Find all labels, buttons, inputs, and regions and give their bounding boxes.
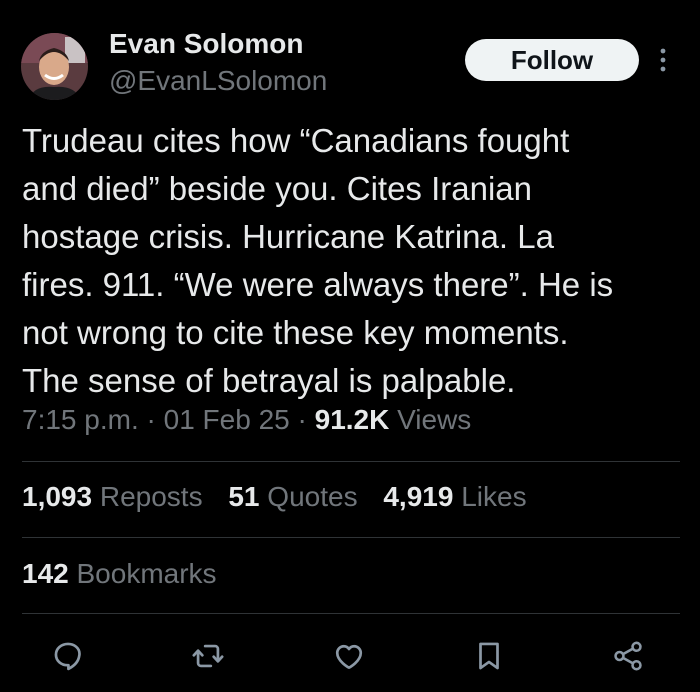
like-button[interactable]	[331, 638, 367, 674]
quotes-count: 51	[228, 481, 260, 512]
tweet-date[interactable]: 01 Feb 25	[164, 404, 290, 435]
share-button[interactable]	[610, 638, 646, 674]
tweet-line: not wrong to cite these key moments.	[22, 314, 569, 351]
likes-label: Likes	[461, 481, 527, 512]
share-icon	[614, 641, 642, 671]
tweet-meta: 7:15 p.m. · 01 Feb 25 · 91.2K Views	[22, 404, 471, 436]
bookmarks-stat: 142 Bookmarks	[22, 558, 217, 590]
tweet-line: Trudeau cites how “Canadians fought	[22, 122, 570, 159]
avatar[interactable]	[21, 33, 88, 100]
tweet-text: Trudeau cites how “Canadians fought and …	[22, 117, 682, 405]
meta-separator: ·	[297, 404, 307, 435]
bookmarks-count: 142	[22, 558, 69, 589]
reposts-label: Reposts	[99, 481, 203, 512]
tweet-time[interactable]: 7:15 p.m.	[22, 404, 139, 435]
avatar-photo	[21, 33, 88, 100]
reply-icon	[54, 642, 81, 671]
meta-separator: ·	[146, 404, 156, 435]
bookmark-icon	[479, 642, 499, 670]
repost-icon	[192, 644, 224, 668]
tweet-line: fires. 911. “We were always there”. He i…	[22, 266, 614, 303]
tweet-line: The sense of betrayal is palpable.	[22, 362, 516, 399]
like-icon	[335, 644, 363, 669]
views-count: 91.2K	[314, 404, 390, 435]
bookmarks-label: Bookmarks	[76, 558, 217, 589]
reposts-count: 1,093	[22, 481, 93, 512]
more-vertical-icon[interactable]	[656, 46, 670, 74]
quotes-stat[interactable]: 51 Quotes	[228, 481, 357, 512]
author-handle[interactable]: @EvanLSolomon	[109, 65, 327, 97]
bookmark-button[interactable]	[471, 638, 507, 674]
follow-button[interactable]: Follow	[465, 39, 639, 81]
quotes-label: Quotes	[267, 481, 358, 512]
likes-stat[interactable]: 4,919 Likes	[383, 481, 526, 512]
repost-button[interactable]	[190, 638, 226, 674]
tweet-line: hostage crisis. Hurricane Katrina. La	[22, 218, 554, 255]
divider	[22, 461, 680, 462]
author-name[interactable]: Evan Solomon	[109, 28, 303, 60]
likes-count: 4,919	[383, 481, 454, 512]
views-label: Views	[397, 404, 472, 435]
tweet-line: and died” beside you. Cites Iranian	[22, 170, 532, 207]
engagement-stats: 1,093 Reposts 51 Quotes 4,919 Likes	[22, 481, 545, 513]
reposts-stat[interactable]: 1,093 Reposts	[22, 481, 203, 512]
divider	[22, 537, 680, 538]
reply-button[interactable]	[50, 638, 86, 674]
divider	[22, 613, 680, 614]
